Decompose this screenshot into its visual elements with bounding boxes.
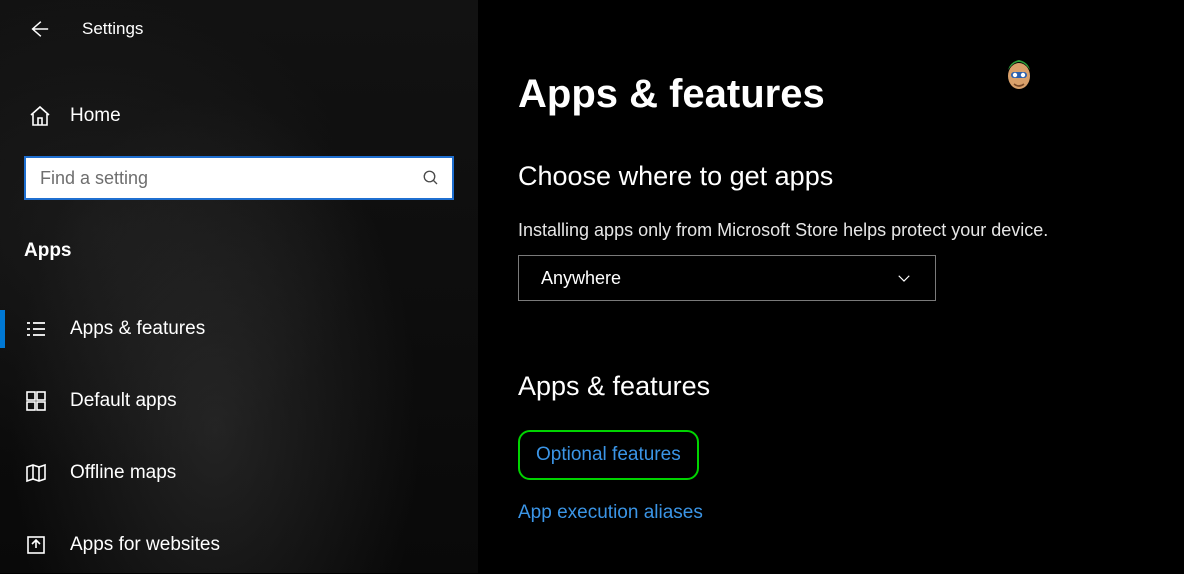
- app-title: Settings: [82, 19, 143, 39]
- chevron-down-icon: [895, 269, 913, 287]
- nav-item-label: Apps & features: [70, 318, 205, 340]
- home-icon: [28, 104, 52, 128]
- section-heading-apps-features: Apps & features: [518, 371, 1184, 402]
- dropdown-value: Anywhere: [541, 268, 621, 289]
- nav-item-apps-for-websites[interactable]: Apps for websites: [0, 516, 478, 574]
- section-heading-source: Choose where to get apps: [518, 161, 1184, 192]
- titlebar: Settings: [0, 10, 478, 48]
- nav-item-label: Offline maps: [70, 462, 176, 484]
- optional-features-link[interactable]: Optional features: [536, 444, 681, 465]
- back-button[interactable]: [28, 18, 50, 40]
- category-heading: Apps: [24, 240, 478, 262]
- nav-item-label: Apps for websites: [70, 534, 220, 556]
- home-nav[interactable]: Home: [0, 104, 478, 128]
- nav-item-apps-features[interactable]: Apps & features: [0, 300, 478, 358]
- share-icon: [24, 533, 48, 557]
- defaults-icon: [24, 389, 48, 413]
- search-box[interactable]: [24, 156, 454, 200]
- search-icon: [422, 169, 440, 187]
- app-execution-aliases-link[interactable]: App execution aliases: [518, 502, 703, 524]
- section-helper: Installing apps only from Microsoft Stor…: [518, 220, 1184, 241]
- main-content: Apps & features Choose where to get apps…: [478, 0, 1184, 573]
- nav-list: Apps & features Default apps Offline map…: [0, 300, 478, 574]
- sidebar: Settings Home Apps Apps & features: [0, 0, 478, 573]
- avatar: [1002, 52, 1036, 92]
- list-icon: [24, 317, 48, 341]
- page-title: Apps & features: [518, 72, 1184, 117]
- home-label: Home: [70, 105, 121, 127]
- nav-item-offline-maps[interactable]: Offline maps: [0, 444, 478, 502]
- app-source-dropdown[interactable]: Anywhere: [518, 255, 936, 301]
- nav-item-label: Default apps: [70, 390, 177, 412]
- search-input[interactable]: [40, 168, 422, 189]
- map-icon: [24, 461, 48, 485]
- nav-item-default-apps[interactable]: Default apps: [0, 372, 478, 430]
- highlight-box: Optional features: [518, 430, 699, 480]
